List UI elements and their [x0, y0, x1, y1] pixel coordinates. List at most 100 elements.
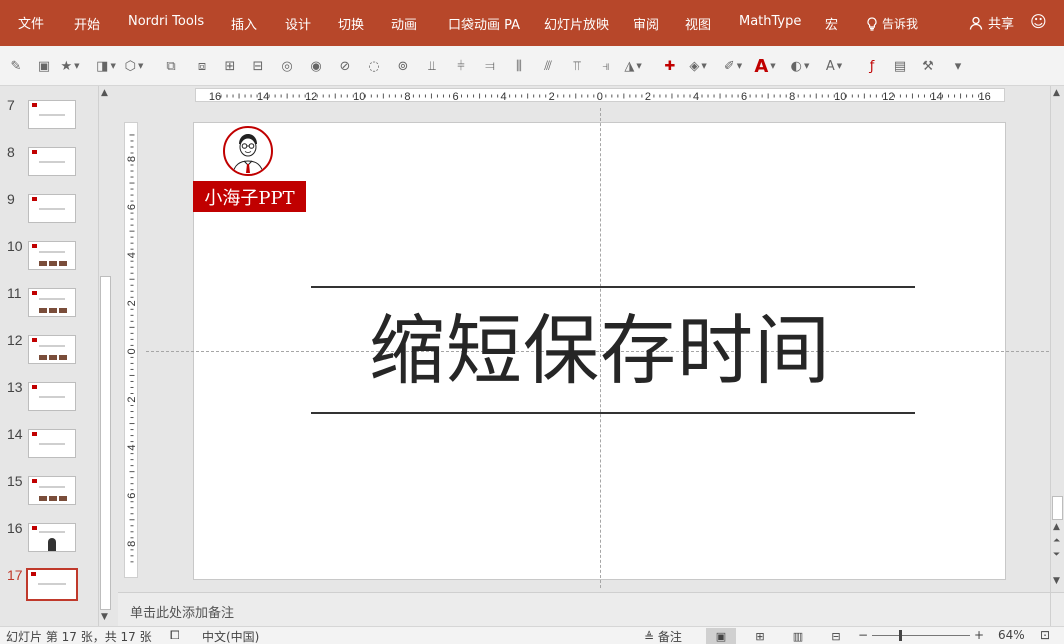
- tab-nordri-tools[interactable]: Nordri Tools: [128, 14, 204, 29]
- scroll-up-icon[interactable]: ▲: [1053, 88, 1060, 98]
- zoom-out-button[interactable]: −: [858, 628, 868, 642]
- title-rule-top[interactable]: [311, 286, 915, 288]
- thumbnail[interactable]: [28, 523, 76, 552]
- puzzle-icon[interactable]: ✚: [662, 58, 678, 74]
- tab-view[interactable]: 视图: [685, 14, 711, 33]
- tab-review[interactable]: 审阅: [633, 14, 659, 33]
- language-indicator[interactable]: 中文(中国): [202, 628, 259, 644]
- tab-animations[interactable]: 动画: [391, 14, 417, 33]
- fragment-icon[interactable]: ⊘: [337, 58, 353, 74]
- slide-thumb-15[interactable]: 15: [0, 473, 96, 516]
- distribute-v-icon[interactable]: ⫻: [540, 58, 556, 74]
- thumbnail[interactable]: [28, 241, 76, 270]
- scroll-down-icon[interactable]: ▼: [1053, 576, 1060, 586]
- font-color-icon[interactable]: A ▼: [754, 56, 775, 77]
- share-button[interactable]: 共享: [969, 13, 1014, 32]
- zoom-slider-knob[interactable]: [899, 630, 902, 641]
- align-bottom-icon[interactable]: ⫫: [424, 58, 440, 74]
- bring-forward-icon[interactable]: ⊞: [222, 58, 238, 74]
- tab-file[interactable]: 文件: [18, 13, 44, 32]
- subtract-icon[interactable]: ⊚: [395, 58, 411, 74]
- align-right-icon[interactable]: ⫤: [482, 58, 498, 74]
- thumbnail[interactable]: [28, 100, 76, 129]
- group-icon[interactable]: ⧉: [163, 58, 179, 74]
- slide-sorter-button[interactable]: ⊞: [745, 628, 775, 644]
- slide-thumb-9[interactable]: 9: [0, 191, 96, 234]
- send-backward-icon[interactable]: ⊟: [250, 58, 266, 74]
- shape-fill-icon[interactable]: ⬡ ▼: [125, 58, 144, 74]
- tab-mathtype[interactable]: MathType: [739, 14, 801, 29]
- notes-toggle-button[interactable]: ≜ 备注: [644, 628, 682, 644]
- scroll-up-icon[interactable]: ▲: [1053, 522, 1060, 532]
- text-effect-icon[interactable]: A ▼: [826, 58, 842, 74]
- align-left-icon[interactable]: ⫣: [598, 58, 614, 74]
- tab-insert[interactable]: 插入: [231, 14, 257, 33]
- thumbnail-active[interactable]: [26, 568, 78, 601]
- scroll-down-icon[interactable]: ▼: [101, 612, 108, 622]
- thumbnail[interactable]: [28, 429, 76, 458]
- rotate-icon[interactable]: ◮ ▼: [624, 58, 641, 74]
- align-center-icon[interactable]: ⫩: [453, 58, 469, 74]
- slide-thumb-16[interactable]: 16: [0, 520, 96, 563]
- slide-scrollbar[interactable]: ▲ ▲ ⏶ ⏷ ▼: [1050, 86, 1064, 592]
- star-icon[interactable]: ★ ▼: [60, 58, 79, 74]
- scroll-up-icon[interactable]: ▲: [101, 88, 108, 98]
- pen-icon[interactable]: ✐ ▼: [724, 58, 742, 74]
- tab-home[interactable]: 开始: [74, 14, 100, 33]
- spellcheck-icon[interactable]: ⧠: [170, 628, 180, 643]
- tab-slideshow[interactable]: 幻灯片放映: [544, 14, 609, 33]
- next-slide-icon[interactable]: ⏷: [1053, 550, 1060, 560]
- avatar-illustration[interactable]: [223, 126, 273, 176]
- toolbox-icon[interactable]: ▤: [892, 58, 908, 74]
- thumbnail[interactable]: [28, 382, 76, 411]
- reading-view-button[interactable]: ▥: [783, 628, 813, 644]
- tell-me-search[interactable]: 告诉我: [866, 15, 918, 32]
- brand-label[interactable]: 小海子PPT: [193, 181, 306, 212]
- normal-view-button[interactable]: ▣: [706, 628, 736, 644]
- thumbnail[interactable]: [28, 476, 76, 505]
- thumbnail-scrollbar[interactable]: ▲ ▼: [98, 86, 112, 626]
- picture-icon[interactable]: ▣: [36, 58, 52, 74]
- eraser-icon[interactable]: ◐ ▼: [791, 58, 810, 74]
- slideshow-button[interactable]: ⊟: [821, 628, 851, 644]
- scrollbar-thumb[interactable]: [1052, 496, 1063, 520]
- title-rule-bottom[interactable]: [311, 412, 915, 414]
- tab-design[interactable]: 设计: [285, 14, 311, 33]
- slide-title[interactable]: 缩短保存时间: [340, 303, 860, 399]
- notes-scrollbar[interactable]: [1050, 593, 1064, 627]
- previous-slide-icon[interactable]: ⏶: [1053, 536, 1060, 546]
- thumbnail[interactable]: [28, 335, 76, 364]
- slide-thumb-12[interactable]: 12: [0, 332, 96, 375]
- zoom-level[interactable]: 64%: [998, 628, 1025, 642]
- notes-placeholder[interactable]: 单击此处添加备注: [130, 602, 234, 621]
- tab-macro[interactable]: 宏: [825, 14, 838, 33]
- shape-icon[interactable]: ◨ ▼: [96, 58, 116, 74]
- tools-icon[interactable]: ⚒: [920, 58, 936, 74]
- collapse-ribbon-icon[interactable]: ☺: [1030, 12, 1047, 31]
- slide-thumb-14[interactable]: 14: [0, 426, 96, 469]
- tab-pocket-animation[interactable]: 口袋动画 PA: [448, 14, 520, 33]
- intersect-icon[interactable]: ◌: [366, 58, 382, 74]
- fill-bucket-icon[interactable]: ◈ ▼: [689, 58, 706, 74]
- zoom-slider[interactable]: [872, 635, 970, 636]
- slide-thumb-13[interactable]: 13: [0, 379, 96, 422]
- ungroup-icon[interactable]: ⧈: [194, 58, 210, 74]
- thumbnail[interactable]: [28, 194, 76, 223]
- distribute-h-icon[interactable]: ⫼: [511, 58, 527, 74]
- slide-thumb-7[interactable]: 7: [0, 97, 96, 140]
- thumbnail[interactable]: [28, 288, 76, 317]
- scrollbar-thumb[interactable]: [100, 276, 111, 610]
- zoom-in-button[interactable]: +: [974, 628, 984, 642]
- more-icon[interactable]: ▾: [950, 58, 966, 74]
- combine-icon[interactable]: ◉: [308, 58, 324, 74]
- slide-thumb-11[interactable]: 11: [0, 285, 96, 328]
- format-painter-icon[interactable]: ✎: [8, 58, 24, 74]
- tab-transitions[interactable]: 切换: [338, 14, 364, 33]
- slide-thumb-8[interactable]: 8: [0, 144, 96, 187]
- fit-to-window-icon[interactable]: ⊡: [1040, 628, 1050, 642]
- union-icon[interactable]: ◎: [279, 58, 295, 74]
- align-top-icon[interactable]: ⫪: [569, 58, 585, 74]
- slide-thumb-17[interactable]: 17: [0, 567, 96, 610]
- slide-thumb-10[interactable]: 10: [0, 238, 96, 281]
- flash-icon[interactable]: ƒ: [864, 58, 880, 74]
